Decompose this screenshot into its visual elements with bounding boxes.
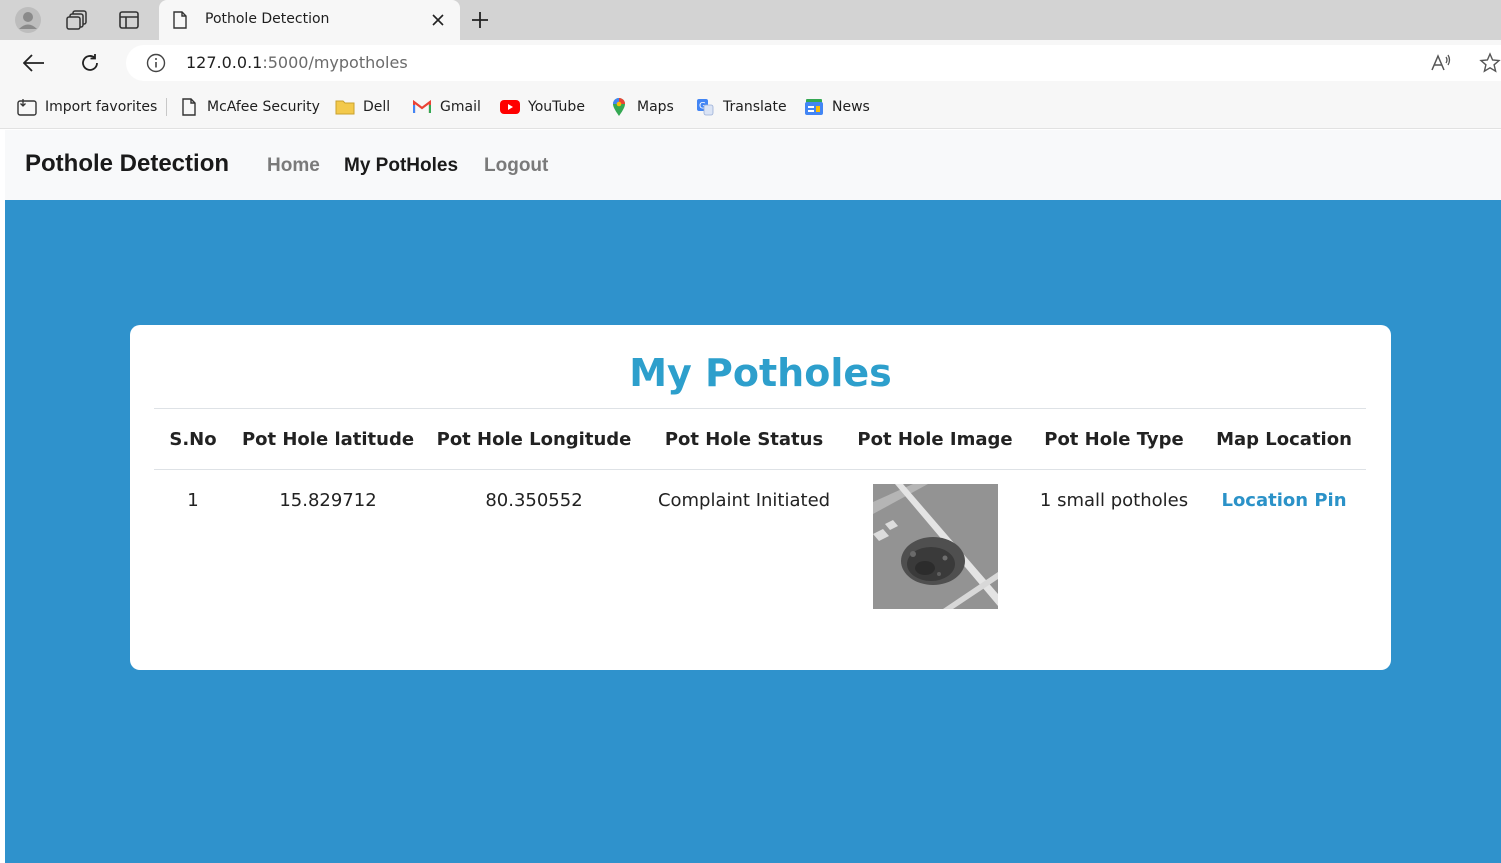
pothole-photo — [872, 484, 998, 609]
nav-my-potholes-link[interactable]: My PotHoles — [344, 155, 458, 177]
page-viewport: Pothole Detection Home My PotHoles Logou… — [5, 130, 1501, 863]
favorite-star-icon[interactable] — [1479, 52, 1501, 78]
nav-logout-link[interactable]: Logout — [484, 155, 548, 177]
cell-sno: 1 — [187, 490, 199, 511]
column-header-type: Pot Hole Type — [1026, 408, 1202, 470]
favorite-gmail[interactable]: Gmail — [412, 96, 481, 118]
nav-home-link[interactable]: Home — [267, 155, 320, 177]
favorite-news[interactable]: News — [804, 96, 870, 118]
site-info-icon[interactable] — [146, 53, 166, 77]
favorite-translate[interactable]: G Translate — [695, 96, 787, 118]
favorites-separator — [166, 98, 167, 116]
back-arrow-icon[interactable] — [19, 49, 49, 77]
favorite-label: McAfee Security — [207, 99, 320, 115]
favorite-label: Maps — [637, 99, 674, 115]
profile-avatar-icon[interactable] — [13, 6, 43, 34]
favorite-maps[interactable]: Maps — [609, 96, 674, 118]
location-pin-link[interactable]: Location Pin — [1221, 490, 1346, 511]
workspaces-icon[interactable] — [62, 6, 92, 34]
url-text[interactable]: 127.0.0.1:5000/mypotholes — [186, 53, 408, 72]
column-header-latitude: Pot Hole latitude — [232, 408, 424, 470]
column-header-longitude: Pot Hole Longitude — [424, 408, 644, 470]
news-icon — [804, 97, 824, 117]
browser-tab-strip: Pothole Detection — [0, 0, 1501, 40]
folder-icon — [335, 97, 355, 117]
column-header-map-location: Map Location — [1202, 408, 1366, 470]
potholes-card: My Potholes S.No Pot Hole latitude Pot H… — [130, 325, 1391, 670]
gmail-icon — [412, 97, 432, 117]
read-aloud-icon[interactable] — [1430, 53, 1452, 77]
url-path: :5000/mypotholes — [262, 53, 408, 72]
favorite-label: Import favorites — [45, 99, 158, 115]
page-title: My Potholes — [629, 351, 892, 395]
navbar-brand[interactable]: Pothole Detection — [25, 150, 229, 178]
translate-icon: G — [695, 97, 715, 117]
favorite-import-favorites[interactable]: Import favorites — [17, 96, 157, 118]
url-bar[interactable]: 127.0.0.1:5000/mypotholes — [126, 45, 1501, 81]
close-tab-icon[interactable] — [429, 11, 447, 29]
favorite-label: Translate — [723, 99, 787, 115]
active-browser-tab[interactable]: Pothole Detection — [159, 0, 460, 40]
column-header-status: Pot Hole Status — [644, 408, 844, 470]
tab-title: Pothole Detection — [205, 11, 330, 27]
favorite-mcafee-security[interactable]: McAfee Security — [179, 96, 320, 118]
refresh-icon[interactable] — [75, 49, 105, 77]
cell-status: Complaint Initiated — [657, 490, 831, 511]
address-bar-row: 127.0.0.1:5000/mypotholes — [0, 40, 1501, 86]
table-header-row: S.No Pot Hole latitude Pot Hole Longitud… — [154, 408, 1366, 470]
favorites-bar: Import favorites McAfee Security Dell Gm… — [0, 86, 1501, 129]
youtube-icon — [500, 97, 520, 117]
favorite-label: Gmail — [440, 99, 481, 115]
new-tab-plus-icon[interactable] — [466, 7, 494, 33]
column-header-sno: S.No — [154, 408, 232, 470]
favorite-label: News — [832, 99, 870, 115]
document-icon — [179, 97, 199, 117]
potholes-table: S.No Pot Hole latitude Pot Hole Longitud… — [154, 408, 1366, 670]
cell-image — [844, 470, 1026, 670]
cell-latitude: 15.829712 — [279, 490, 377, 511]
url-host: 127.0.0.1 — [186, 53, 263, 72]
column-header-image: Pot Hole Image — [844, 408, 1026, 470]
tab-document-icon — [173, 11, 187, 33]
favorite-label: YouTube — [528, 99, 585, 115]
cell-longitude: 80.350552 — [485, 490, 583, 511]
table-row: 1 15.829712 80.350552 Complaint Initiate… — [154, 470, 1366, 670]
favorite-youtube[interactable]: YouTube — [500, 96, 585, 118]
cell-type: 1 small potholes — [1039, 490, 1189, 511]
maps-pin-icon — [609, 97, 629, 117]
app-navbar: Pothole Detection Home My PotHoles Logou… — [5, 130, 1501, 200]
favorite-label: Dell — [363, 99, 391, 115]
favorite-dell[interactable]: Dell — [335, 96, 390, 118]
vertical-tabs-icon[interactable] — [114, 6, 144, 34]
cell-map-location: Location Pin — [1202, 470, 1366, 670]
import-favorites-icon — [17, 97, 37, 117]
